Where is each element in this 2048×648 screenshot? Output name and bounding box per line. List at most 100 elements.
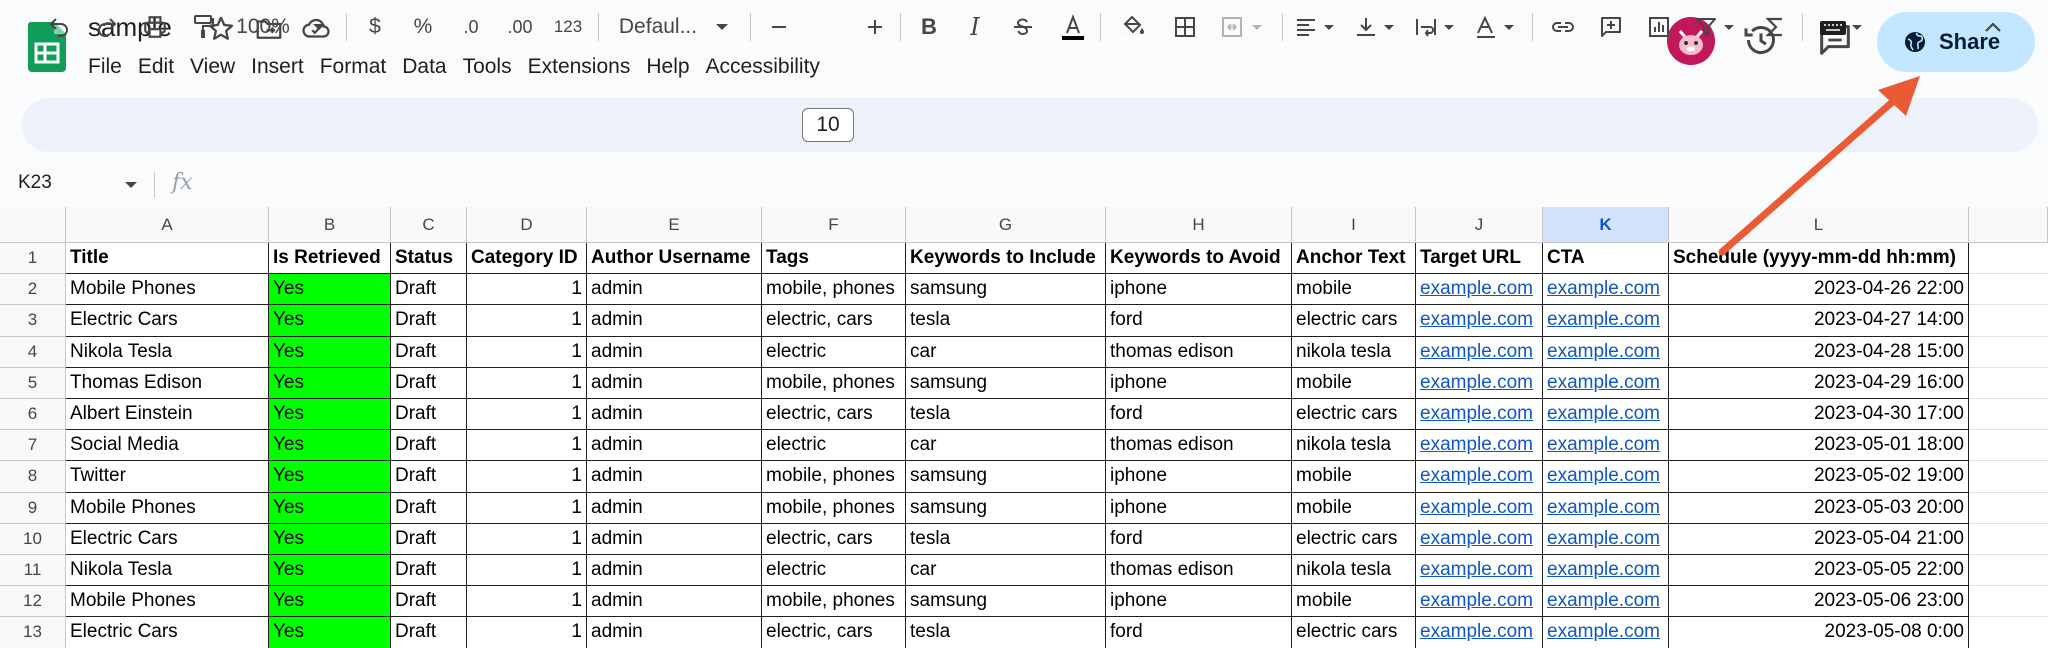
table-cell[interactable]: Yes	[269, 399, 391, 431]
table-cell[interactable]: electric	[762, 336, 906, 368]
table-cell[interactable]: admin	[587, 461, 762, 493]
table-header-cell[interactable]: Title	[66, 243, 269, 275]
table-cell[interactable]: electric cars	[1292, 617, 1416, 648]
font-size-input[interactable]: 10	[802, 108, 854, 142]
empty-cell[interactable]	[1969, 493, 2048, 524]
table-cell[interactable]: 1	[467, 430, 587, 462]
table-cell[interactable]: iphone	[1106, 492, 1292, 524]
table-cell[interactable]: admin	[587, 399, 762, 431]
table-cell[interactable]: 2023-05-06 23:00	[1669, 586, 1969, 618]
table-header-cell[interactable]: Tags	[762, 243, 906, 275]
table-cell[interactable]: Thomas Edison	[66, 367, 269, 399]
table-cell[interactable]: 1	[467, 555, 587, 587]
column-header-m[interactable]	[1969, 207, 2048, 243]
table-cell[interactable]: thomas edison	[1106, 430, 1292, 462]
table-cell[interactable]: Twitter	[66, 461, 269, 493]
row-header[interactable]: 7	[0, 430, 66, 462]
link-cell[interactable]: example.com	[1416, 274, 1543, 306]
table-cell[interactable]: tesla	[906, 305, 1106, 337]
table-cell[interactable]: tesla	[906, 617, 1106, 648]
table-cell[interactable]: admin	[587, 336, 762, 368]
table-cell[interactable]: Draft	[391, 523, 467, 555]
table-cell[interactable]: 2023-04-29 16:00	[1669, 367, 1969, 399]
table-cell[interactable]: admin	[587, 617, 762, 648]
empty-cell[interactable]	[1969, 524, 2048, 555]
table-cell[interactable]: Draft	[391, 492, 467, 524]
empty-cell[interactable]	[1969, 337, 2048, 368]
table-cell[interactable]: 1	[467, 367, 587, 399]
table-cell[interactable]: electric, cars	[762, 305, 906, 337]
link-cell[interactable]: example.com	[1416, 367, 1543, 399]
menu-tools[interactable]: Tools	[455, 52, 520, 82]
table-cell[interactable]: Electric Cars	[66, 617, 269, 648]
link-cell[interactable]: example.com	[1416, 461, 1543, 493]
table-cell[interactable]: electric	[762, 430, 906, 462]
table-cell[interactable]: electric, cars	[762, 617, 906, 648]
link-cell[interactable]: example.com	[1543, 399, 1669, 431]
more-formats-button[interactable]: 123	[550, 12, 586, 42]
link-cell[interactable]: example.com	[1543, 430, 1669, 462]
column-header-k[interactable]: K	[1543, 207, 1669, 243]
table-cell[interactable]: Electric Cars	[66, 523, 269, 555]
currency-button[interactable]: $	[360, 12, 390, 42]
table-header-cell[interactable]: CTA	[1543, 243, 1669, 275]
column-header-e[interactable]: E	[587, 207, 762, 243]
fill-color-icon[interactable]	[1116, 12, 1150, 42]
row-header[interactable]: 11	[0, 555, 66, 587]
decrease-decimal-button[interactable]: .0	[454, 12, 488, 42]
row-header[interactable]: 8	[0, 461, 66, 493]
row-header[interactable]: 3	[0, 305, 66, 337]
table-cell[interactable]: electric cars	[1292, 305, 1416, 337]
table-cell[interactable]: 2023-04-30 17:00	[1669, 399, 1969, 431]
table-cell[interactable]: admin	[587, 367, 762, 399]
empty-cell[interactable]	[1969, 586, 2048, 618]
table-cell[interactable]: iphone	[1106, 461, 1292, 493]
share-button[interactable]: Share	[1877, 12, 2035, 72]
menu-file[interactable]: File	[80, 52, 130, 82]
link-cell[interactable]: example.com	[1416, 555, 1543, 587]
table-cell[interactable]: 2023-05-05 22:00	[1669, 555, 1969, 587]
menu-help[interactable]: Help	[638, 52, 697, 82]
undo-icon[interactable]	[44, 12, 74, 42]
formula-input[interactable]	[210, 168, 2030, 202]
row-header[interactable]: 2	[0, 274, 66, 306]
table-cell[interactable]: ford	[1106, 305, 1292, 337]
menu-edit[interactable]: Edit	[130, 52, 182, 82]
table-cell[interactable]: 2023-04-26 22:00	[1669, 274, 1969, 306]
table-cell[interactable]: Mobile Phones	[66, 274, 269, 306]
table-header-cell[interactable]: Keywords to Include	[906, 243, 1106, 275]
link-cell[interactable]: example.com	[1416, 305, 1543, 337]
table-cell[interactable]: mobile	[1292, 586, 1416, 618]
table-cell[interactable]: mobile	[1292, 461, 1416, 493]
table-cell[interactable]: iphone	[1106, 586, 1292, 618]
table-cell[interactable]: Albert Einstein	[66, 399, 269, 431]
table-cell[interactable]: Draft	[391, 367, 467, 399]
column-header-g[interactable]: G	[906, 207, 1106, 243]
table-cell[interactable]: 1	[467, 336, 587, 368]
strikethrough-icon[interactable]	[1008, 12, 1038, 42]
row-header[interactable]: 13	[0, 617, 66, 648]
table-cell[interactable]: mobile	[1292, 274, 1416, 306]
insert-comment-icon[interactable]	[1596, 12, 1626, 42]
empty-cell[interactable]	[1969, 399, 2048, 431]
filter-icon[interactable]	[1692, 12, 1742, 42]
table-cell[interactable]: Yes	[269, 430, 391, 462]
menu-format[interactable]: Format	[312, 52, 395, 82]
table-cell[interactable]: Draft	[391, 555, 467, 587]
empty-cell[interactable]	[1969, 555, 2048, 587]
table-cell[interactable]: electric cars	[1292, 399, 1416, 431]
link-cell[interactable]: example.com	[1543, 586, 1669, 618]
font-size-increase-button[interactable]	[860, 12, 890, 42]
empty-cell[interactable]	[1969, 461, 2048, 493]
table-cell[interactable]: Mobile Phones	[66, 586, 269, 618]
table-cell[interactable]: samsung	[906, 586, 1106, 618]
link-cell[interactable]: example.com	[1543, 617, 1669, 648]
table-cell[interactable]: samsung	[906, 461, 1106, 493]
chevron-down-icon[interactable]	[124, 180, 138, 190]
text-color-icon[interactable]	[1056, 12, 1090, 42]
link-cell[interactable]: example.com	[1543, 305, 1669, 337]
table-header-cell[interactable]: Target URL	[1416, 243, 1543, 275]
table-cell[interactable]: mobile	[1292, 492, 1416, 524]
table-cell[interactable]: Yes	[269, 367, 391, 399]
link-cell[interactable]: example.com	[1543, 274, 1669, 306]
